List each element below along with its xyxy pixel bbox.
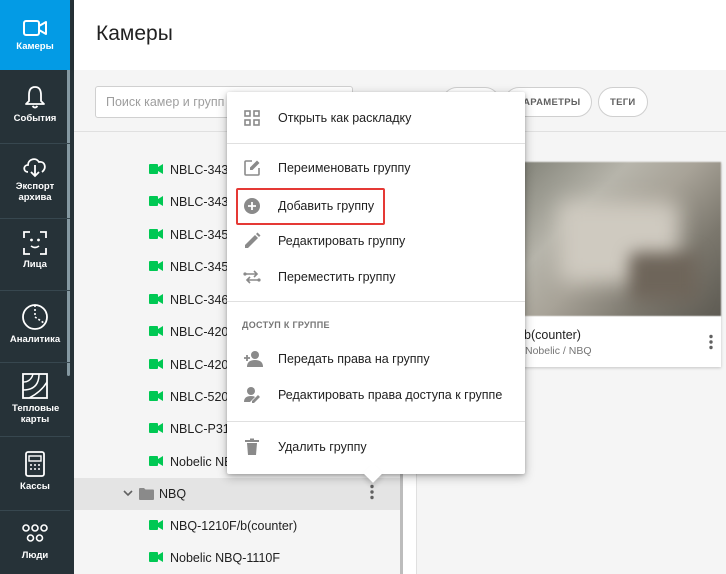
camera-name: NBLC-345 [170, 260, 229, 274]
cloud-download-icon [23, 158, 46, 178]
menu-divider [227, 301, 525, 302]
sidebar-divider [0, 218, 70, 219]
group-name: NBQ [159, 487, 187, 501]
sidebar-item-faces[interactable]: Лица [0, 230, 70, 284]
app-root: Камеры События Экспорт архива Лица Анали… [0, 0, 726, 574]
camera-name: NBLC-343 [170, 163, 229, 177]
sidebar-item-label: Лица [23, 259, 47, 270]
menu-item-label: Переместить группу [278, 270, 396, 284]
menu-section-title: ДОСТУП К ГРУППЕ [242, 320, 330, 330]
menu-item-transfer-rights[interactable]: Передать права на группу [227, 342, 525, 376]
menu-item-label: Открыть как раскладку [278, 111, 412, 125]
analytics-icon [22, 304, 48, 330]
people-icon [22, 524, 48, 542]
more-vertical-icon[interactable] [709, 334, 713, 350]
camera-icon [149, 261, 163, 271]
camera-card-name: b(counter) [524, 328, 581, 342]
sidebar-item-people[interactable]: Люди [0, 523, 70, 569]
camera-name: NBLC-345 [170, 228, 229, 242]
menu-item-label: Передать права на группу [278, 352, 430, 366]
sidebar-item-label: Люди [21, 550, 49, 561]
sidebar-item-label: Тепловые карты [12, 403, 60, 425]
sidebar-item-label: Экспорт архива [15, 181, 55, 203]
menu-item-label: Редактировать права доступа к группе [278, 388, 503, 402]
sidebar-divider [0, 290, 70, 291]
sidebar-item-events[interactable]: События [0, 84, 70, 142]
more-vertical-icon[interactable] [370, 484, 374, 500]
grid-icon [244, 110, 260, 126]
camera-icon [149, 229, 163, 239]
heatmap-icon [22, 373, 48, 399]
pencil-icon [245, 232, 261, 248]
camera-name: NBLC-346 [170, 293, 229, 307]
camera-icon [149, 423, 163, 433]
chevron-down-icon[interactable] [122, 487, 134, 499]
menu-item-rename-group[interactable]: Переименовать группу [227, 151, 525, 185]
sidebar-divider [0, 510, 70, 511]
camera-icon [23, 20, 47, 36]
list-item[interactable]: Nobelic NBQ-1110F [74, 542, 400, 574]
page-title: Камеры [96, 22, 173, 45]
person-edit-icon [244, 387, 260, 403]
camera-name: NBLC-520 [170, 390, 229, 404]
filter-chip-tags[interactable]: ТЕГИ [598, 87, 648, 117]
move-arrows-icon [243, 270, 261, 284]
page-header: Камеры [74, 0, 726, 70]
sidebar-divider [0, 362, 70, 363]
camera-name: NBLC-420 [170, 325, 229, 339]
sidebar-item-cash-registers[interactable]: Кассы [0, 450, 70, 500]
sidebar-item-label: Кассы [20, 481, 50, 492]
menu-item-label: Удалить группу [278, 440, 367, 454]
sidebar-item-cameras[interactable]: Камеры [0, 0, 70, 70]
sidebar-item-label: События [13, 113, 57, 124]
menu-divider [227, 143, 525, 144]
sidebar-item-export[interactable]: Экспорт архива [0, 154, 70, 214]
camera-name: Nobelic NBQ-1110F [170, 551, 280, 565]
camera-icon [149, 196, 163, 206]
sidebar-item-analytics[interactable]: Аналитика [0, 303, 70, 353]
menu-item-edit-group[interactable]: Редактировать группу [227, 224, 525, 258]
menu-divider [227, 421, 525, 422]
menu-item-delete-group[interactable]: Удалить группу [227, 430, 525, 464]
camera-name: NBLC-P31 [170, 422, 230, 436]
sidebar-item-label: Камеры [16, 41, 54, 52]
highlight-annotation [236, 188, 385, 225]
cash-register-icon [25, 451, 45, 477]
camera-icon [149, 456, 163, 466]
sidebar-item-heatmaps[interactable]: Тепловые карты [0, 372, 70, 426]
camera-icon [149, 294, 163, 304]
sidebar: Камеры События Экспорт архива Лица Анали… [0, 0, 74, 574]
menu-item-open-as-layout[interactable]: Открыть как раскладку [227, 101, 525, 135]
menu-item-move-group[interactable]: Переместить группу [227, 260, 525, 294]
camera-name: NBQ-1210F/b(counter) [170, 519, 298, 533]
face-scan-icon [23, 231, 47, 255]
sidebar-divider [0, 436, 70, 437]
camera-name: Nobelic NB [170, 455, 233, 469]
person-add-icon [244, 351, 263, 367]
folder-icon [139, 488, 154, 500]
camera-name: NBLC-420 [170, 358, 229, 372]
menu-item-edit-access-rights[interactable]: Редактировать права доступа к группе [227, 378, 525, 412]
thumbnail-blur [629, 252, 699, 302]
camera-name: NBLC-343 [170, 195, 229, 209]
group-context-menu: Открыть как раскладку Переименовать груп… [227, 92, 525, 474]
camera-icon [149, 164, 163, 174]
camera-icon [149, 391, 163, 401]
menu-item-label: Переименовать группу [278, 161, 411, 175]
camera-card-path: Nobelic / NBQ [525, 345, 592, 357]
tree-group-row[interactable]: NBQ [74, 478, 400, 510]
edit-square-icon [244, 160, 260, 176]
camera-icon [149, 326, 163, 336]
camera-icon [149, 552, 163, 562]
trash-icon [245, 438, 259, 455]
sidebar-divider [0, 143, 70, 144]
list-item[interactable]: NBQ-1210F/b(counter) [74, 510, 400, 542]
menu-item-label: Редактировать группу [278, 234, 406, 248]
bell-icon [25, 86, 45, 109]
sidebar-item-label: Аналитика [9, 334, 61, 345]
camera-icon [149, 359, 163, 369]
camera-icon [149, 520, 163, 530]
